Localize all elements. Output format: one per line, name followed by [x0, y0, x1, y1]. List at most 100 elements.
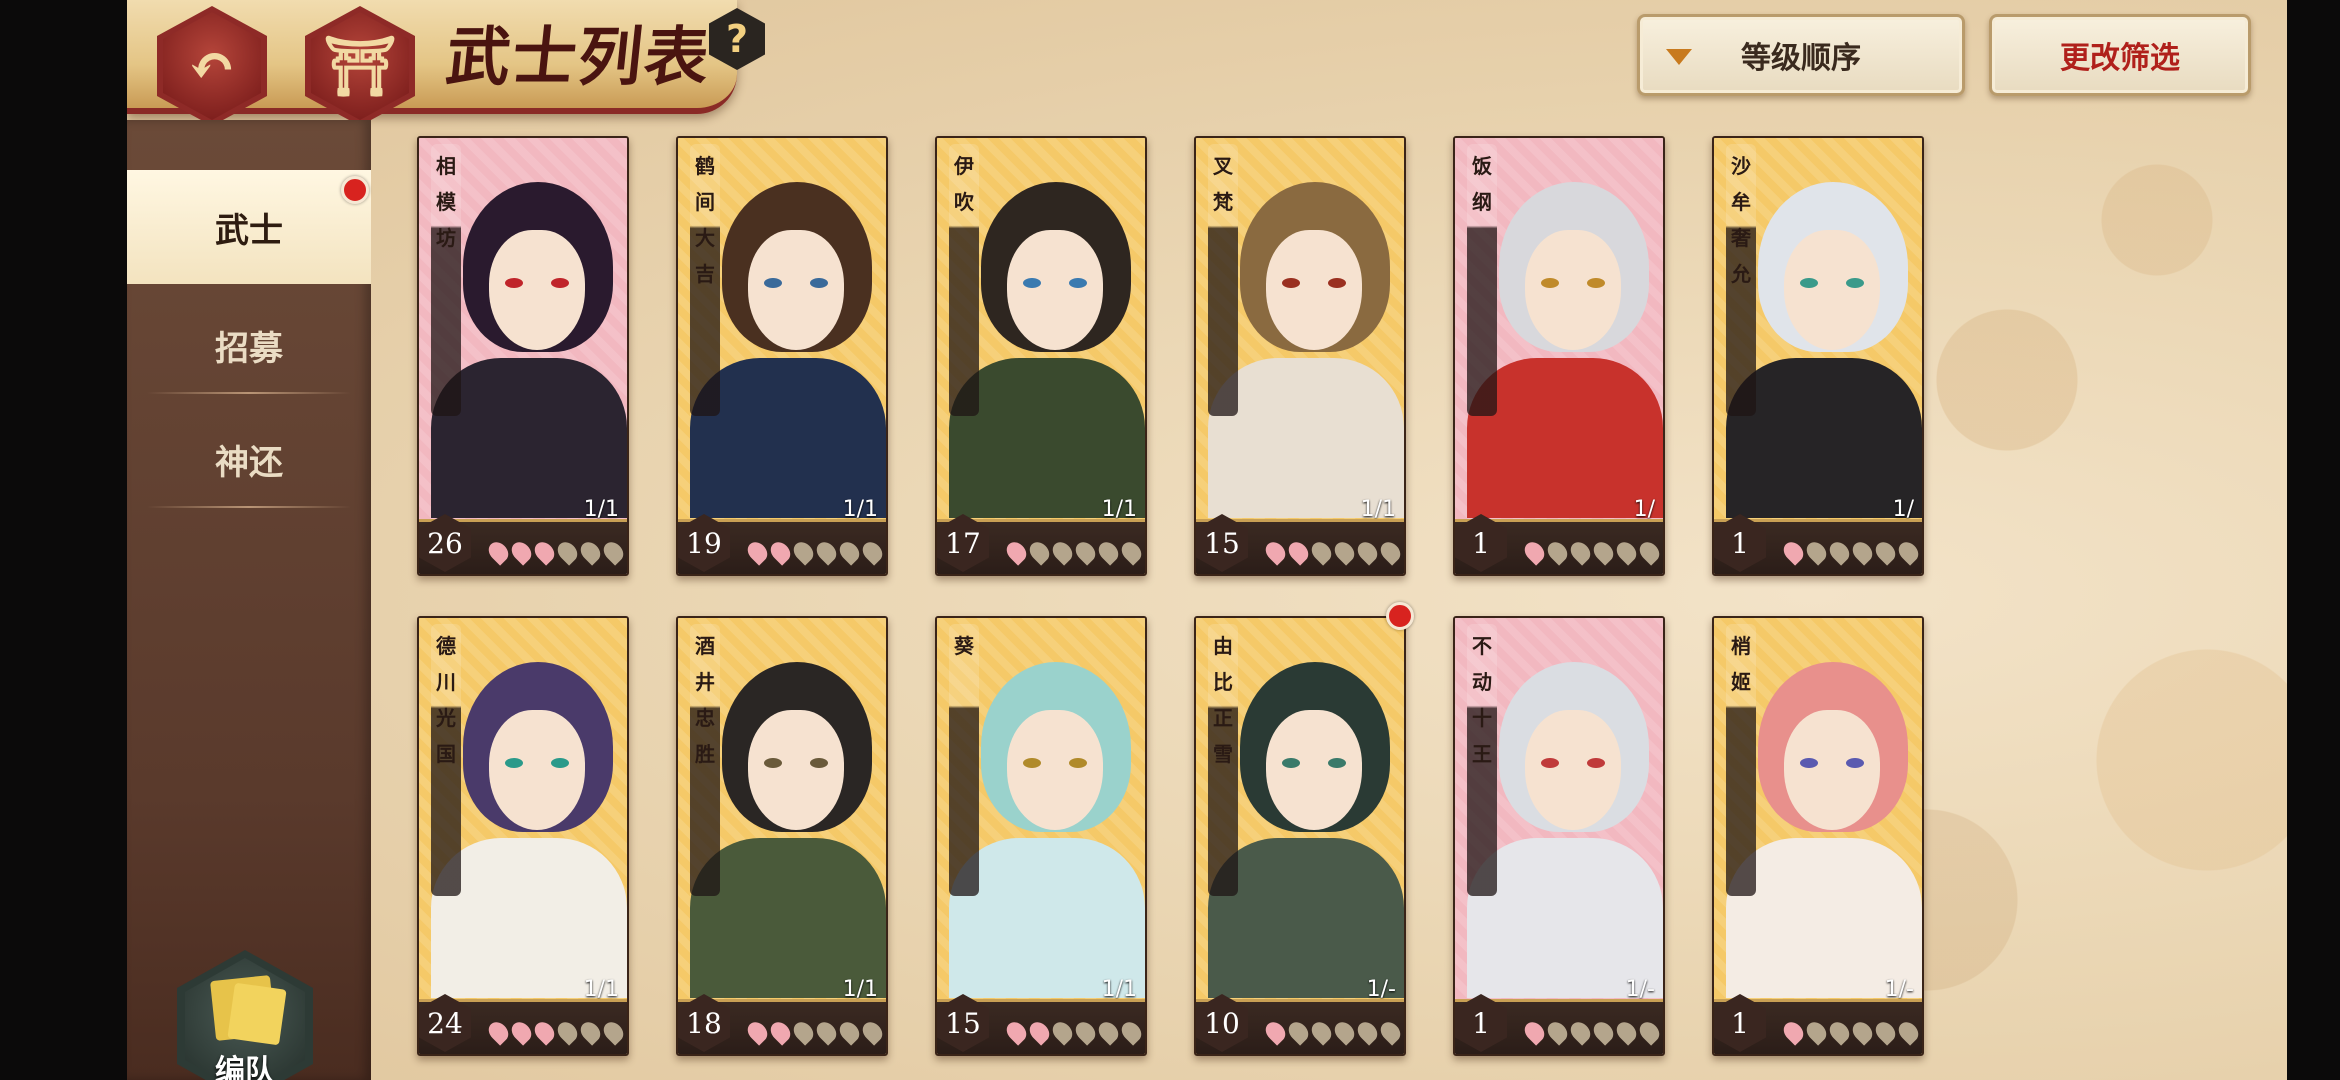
- sakura-petal-icon: [766, 1018, 795, 1046]
- app-root: ↶ ⛩ 武士列表 ? 等级顺序 更改筛选 武士 招募 神还 编队 相模坊 1/1…: [127, 0, 2287, 1080]
- sakura-petal-icon: [1353, 1018, 1382, 1046]
- sakura-petal-icon: [1848, 538, 1877, 566]
- sakura-petal-icon: [858, 538, 886, 566]
- character-portrait-face: [1525, 230, 1621, 350]
- sidebar: 武士 招募 神还 编队: [127, 120, 371, 1080]
- samurai-card[interactable]: 相模坊 1/1 26: [417, 136, 629, 576]
- team-formation-label: 编队: [215, 1054, 275, 1080]
- sidebar-divider: [147, 392, 351, 394]
- sakura-petal-icon: [1071, 538, 1100, 566]
- notification-badge: [1386, 602, 1414, 630]
- character-name: 叉梵: [1213, 154, 1233, 214]
- sakura-petal-icon: [789, 1018, 818, 1046]
- sakura-petal-icon: [484, 538, 513, 566]
- samurai-card[interactable]: 由比正雪 1/- 10: [1194, 616, 1406, 1056]
- samurai-card[interactable]: 沙牟奢允 1/ 1: [1712, 136, 1924, 576]
- sakura-petal-icon: [835, 1018, 864, 1046]
- sakura-petal-icon: [1284, 538, 1313, 566]
- character-portrait-eyes: [1800, 278, 1864, 288]
- sakura-petal-icon: [1543, 1018, 1572, 1046]
- sidebar-item-samurai[interactable]: 武士: [127, 170, 371, 284]
- sakura-petal-icon: [1002, 1018, 1031, 1046]
- home-button[interactable]: ⛩: [305, 6, 415, 126]
- sidebar-divider: [147, 506, 351, 508]
- character-portrait-eyes: [1541, 758, 1605, 768]
- character-name: 德川光国: [436, 634, 456, 766]
- samurai-card[interactable]: 梢姬 1/- 1: [1712, 616, 1924, 1056]
- sakura-petal-icon: [530, 538, 559, 566]
- sidebar-item-recruit[interactable]: 招募: [127, 290, 371, 400]
- sakura-petal-icon: [1048, 1018, 1077, 1046]
- sakura-petal-icon: [812, 538, 841, 566]
- character-portrait-face: [1266, 710, 1362, 830]
- sakura-petal-icon: [1025, 1018, 1054, 1046]
- character-portrait-eyes: [1541, 278, 1605, 288]
- sakura-petal-icon: [835, 538, 864, 566]
- notification-badge: [341, 176, 369, 204]
- character-portrait-face: [748, 230, 844, 350]
- samurai-card[interactable]: 葵 1/1 15: [935, 616, 1147, 1056]
- rank-petals: [1779, 1018, 1922, 1046]
- sakura-petal-icon: [1002, 538, 1031, 566]
- character-portrait-eyes: [1800, 758, 1864, 768]
- sakura-petal-icon: [1025, 538, 1054, 566]
- rank-petals: [1261, 1018, 1404, 1046]
- sakura-petal-icon: [599, 1018, 627, 1046]
- sidebar-item-return[interactable]: 神还: [127, 404, 371, 514]
- sakura-petal-icon: [1825, 1018, 1854, 1046]
- sort-button-label: 等级顺序: [1741, 41, 1861, 76]
- samurai-card[interactable]: 叉梵 1/1 15: [1194, 136, 1406, 576]
- character-portrait-face: [489, 710, 585, 830]
- samurai-card[interactable]: 鹤间大吉 1/1 19: [676, 136, 888, 576]
- sakura-petal-icon: [1612, 1018, 1641, 1046]
- samurai-card[interactable]: 伊吹 1/1 17: [935, 136, 1147, 576]
- samurai-card[interactable]: 不动十王 1/- 1: [1453, 616, 1665, 1056]
- samurai-card[interactable]: 德川光国 1/1 24: [417, 616, 629, 1056]
- sakura-petal-icon: [576, 1018, 605, 1046]
- sakura-petal-icon: [1802, 538, 1831, 566]
- character-name: 酒井忠胜: [695, 634, 715, 766]
- filter-button-label: 更改筛选: [2060, 41, 2180, 76]
- sakura-petal-icon: [1284, 1018, 1313, 1046]
- team-formation-button[interactable]: 编队: [177, 950, 313, 1080]
- header-banner: ↶ ⛩ 武士列表: [127, 0, 737, 126]
- sakura-petal-icon: [576, 538, 605, 566]
- rank-petals: [484, 1018, 627, 1046]
- rank-petals: [743, 538, 886, 566]
- character-name: 葵: [954, 634, 974, 658]
- sakura-petal-icon: [1307, 1018, 1336, 1046]
- sakura-petal-icon: [484, 1018, 513, 1046]
- character-name: 沙牟奢允: [1731, 154, 1751, 286]
- character-portrait-face: [748, 710, 844, 830]
- rank-petals: [484, 538, 627, 566]
- samurai-card[interactable]: 酒井忠胜 1/1 18: [676, 616, 888, 1056]
- character-portrait-eyes: [764, 758, 828, 768]
- sakura-petal-icon: [1376, 1018, 1404, 1046]
- sakura-petal-icon: [1261, 538, 1290, 566]
- character-portrait-eyes: [505, 758, 569, 768]
- sakura-petal-icon: [1353, 538, 1382, 566]
- rank-petals: [1520, 538, 1663, 566]
- rank-petals: [1520, 1018, 1663, 1046]
- sort-button[interactable]: 等级顺序: [1637, 14, 1965, 96]
- sakura-petal-icon: [1520, 1018, 1549, 1046]
- sakura-petal-icon: [1589, 538, 1618, 566]
- character-portrait-eyes: [1023, 278, 1087, 288]
- sakura-petal-icon: [1779, 538, 1808, 566]
- sakura-petal-icon: [553, 1018, 582, 1046]
- sakura-petal-icon: [1612, 538, 1641, 566]
- sakura-petal-icon: [1779, 1018, 1808, 1046]
- filter-button[interactable]: 更改筛选: [1989, 14, 2251, 96]
- sakura-petal-icon: [507, 1018, 536, 1046]
- sakura-petal-icon: [1261, 1018, 1290, 1046]
- back-arrow-icon: ↶: [187, 32, 237, 100]
- back-button[interactable]: ↶: [157, 6, 267, 126]
- banner-flag-icon: [227, 982, 287, 1046]
- character-portrait-face: [1007, 710, 1103, 830]
- sakura-petal-icon: [1376, 538, 1404, 566]
- sakura-petal-icon: [1894, 538, 1922, 566]
- character-name: 不动十王: [1472, 634, 1492, 766]
- sakura-petal-icon: [507, 538, 536, 566]
- character-portrait-eyes: [1023, 758, 1087, 768]
- samurai-card[interactable]: 饭纲 1/ 1: [1453, 136, 1665, 576]
